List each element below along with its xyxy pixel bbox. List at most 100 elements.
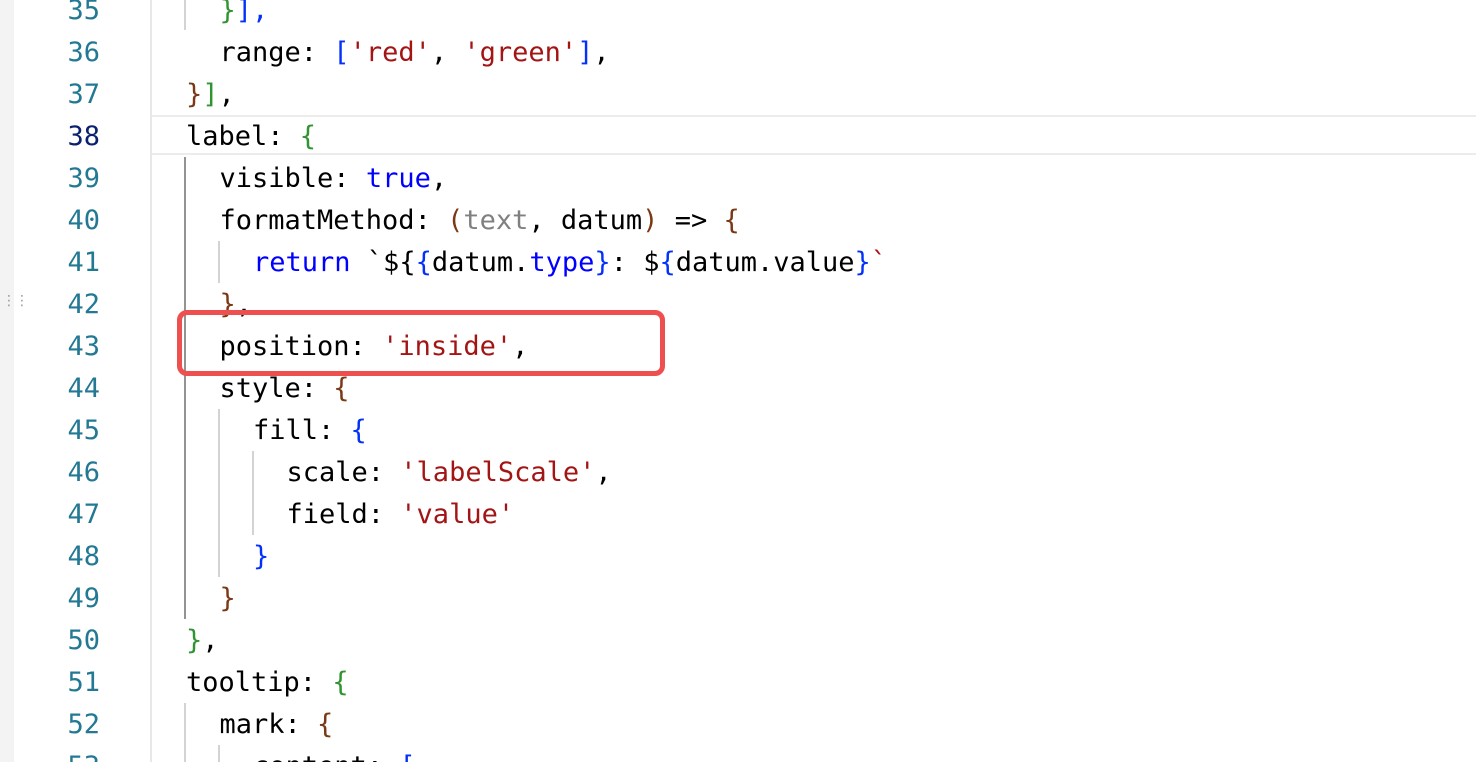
code-token: { (332, 667, 349, 698)
code-line[interactable]: fill: { (253, 410, 367, 452)
line-number: 43 (67, 331, 100, 362)
code-token: `${ (350, 247, 416, 278)
code-token: scale: (286, 457, 401, 488)
code-line[interactable]: mark: { (220, 704, 334, 746)
code-token: { (299, 121, 317, 152)
code-line[interactable]: tooltip: { (186, 662, 349, 704)
code-token: visible: (219, 163, 366, 194)
code-token: { (317, 709, 334, 740)
code-token: 'green' (463, 37, 578, 68)
code-token: content: (253, 751, 399, 762)
line-number: 52 (67, 709, 100, 740)
code-token: : $ (610, 247, 660, 278)
line-number: 36 (67, 37, 100, 68)
code-token: 'red' (349, 37, 431, 68)
line-number: 45 (67, 415, 100, 446)
current-line-highlight (152, 115, 1476, 155)
code-token: ` (870, 247, 888, 278)
line-number: 39 (67, 163, 100, 194)
code-token: } (219, 583, 236, 614)
code-token: } (253, 541, 270, 572)
code-token: 'labelScale' (400, 457, 596, 488)
code-token: { (659, 247, 676, 278)
line-number: 51 (67, 667, 100, 698)
line-number: 48 (67, 541, 100, 572)
line-number: 35 (67, 0, 100, 26)
code-line[interactable]: formatMethod: (text, datum) => { (220, 200, 740, 242)
code-token: ) (642, 205, 659, 236)
line-number: 47 (67, 499, 100, 530)
code-token: } (854, 247, 871, 278)
code-token: } (186, 625, 203, 656)
code-token: 'value' (400, 499, 515, 530)
code-token: type (529, 247, 595, 278)
editor-left-strip (0, 0, 14, 762)
code-token: ], (235, 0, 269, 26)
code-line[interactable]: return `${{datum.type}: ${datum.value}` (253, 242, 887, 284)
indent-guide (218, 745, 220, 762)
code-token: ( (447, 205, 464, 236)
code-token: text (463, 205, 529, 236)
code-token: { (415, 247, 432, 278)
line-number: 38 (67, 121, 100, 152)
code-token: => (658, 205, 724, 236)
line-number: 40 (67, 205, 100, 236)
code-line[interactable]: }], (220, 0, 269, 32)
code-token: { (723, 205, 740, 236)
code-token: return (253, 247, 351, 278)
code-token: } (219, 0, 236, 26)
code-token: label: (186, 121, 300, 152)
code-token: , (430, 163, 448, 194)
code-line[interactable]: } (253, 536, 269, 578)
line-number: 42 (67, 289, 100, 320)
code-token: fill: (253, 415, 351, 446)
code-token: } (594, 247, 611, 278)
code-line[interactable]: }, (186, 620, 219, 662)
code-token: true (365, 163, 431, 194)
code-token: , (430, 37, 464, 68)
code-line[interactable]: range: ['red', 'green'], (220, 32, 610, 74)
code-line[interactable]: } (220, 578, 236, 620)
code-token: formatMethod: (219, 205, 448, 236)
code-token: style: (219, 373, 334, 404)
line-number: 50 (67, 625, 100, 656)
code-token: datum. (431, 247, 530, 278)
code-line[interactable]: field: 'value' (287, 494, 515, 536)
code-line[interactable]: scale: 'labelScale', (287, 452, 612, 494)
code-token: { (333, 373, 350, 404)
red-highlight-box (177, 310, 665, 376)
line-number: 44 (67, 373, 100, 404)
code-line[interactable]: label: { (186, 116, 316, 158)
line-number: 46 (67, 457, 100, 488)
code-token: , (202, 625, 219, 656)
code-token: , (595, 457, 612, 488)
code-token: datum.value (675, 247, 855, 278)
indent-guide (252, 451, 254, 535)
indent-guide-active (184, 157, 186, 619)
indent-guide (218, 241, 220, 283)
indent-guide (218, 409, 220, 577)
code-line[interactable]: visible: true, (220, 158, 448, 200)
code-token: tooltip: (186, 667, 333, 698)
code-line[interactable]: }], (186, 74, 235, 116)
code-token: , (593, 37, 610, 68)
drag-handle-icon[interactable]: ⋮⋮ (2, 294, 29, 324)
indent-guide (184, 0, 186, 30)
code-token: [ (333, 37, 350, 68)
code-token: { (350, 415, 367, 446)
line-number: 49 (67, 583, 100, 614)
code-line[interactable]: content: [ (253, 746, 416, 762)
code-token: [ (399, 751, 415, 762)
code-token: ] (202, 79, 219, 110)
code-token: range: (219, 37, 334, 68)
code-token: } (186, 79, 203, 110)
indent-guide (184, 703, 186, 762)
code-token: ] (577, 37, 594, 68)
line-number: 41 (67, 247, 100, 278)
line-number: 53 (30, 746, 100, 762)
code-editor[interactable]: ⋮⋮ 35 36 37 38 39 40 41 42 43 44 45 46 47 48 49 50 51 52 5… (0, 0, 1476, 762)
code-token: field: (286, 499, 401, 530)
code-token: , datum (528, 205, 643, 236)
code-token: , (218, 79, 235, 110)
code-token: mark: (219, 709, 318, 740)
